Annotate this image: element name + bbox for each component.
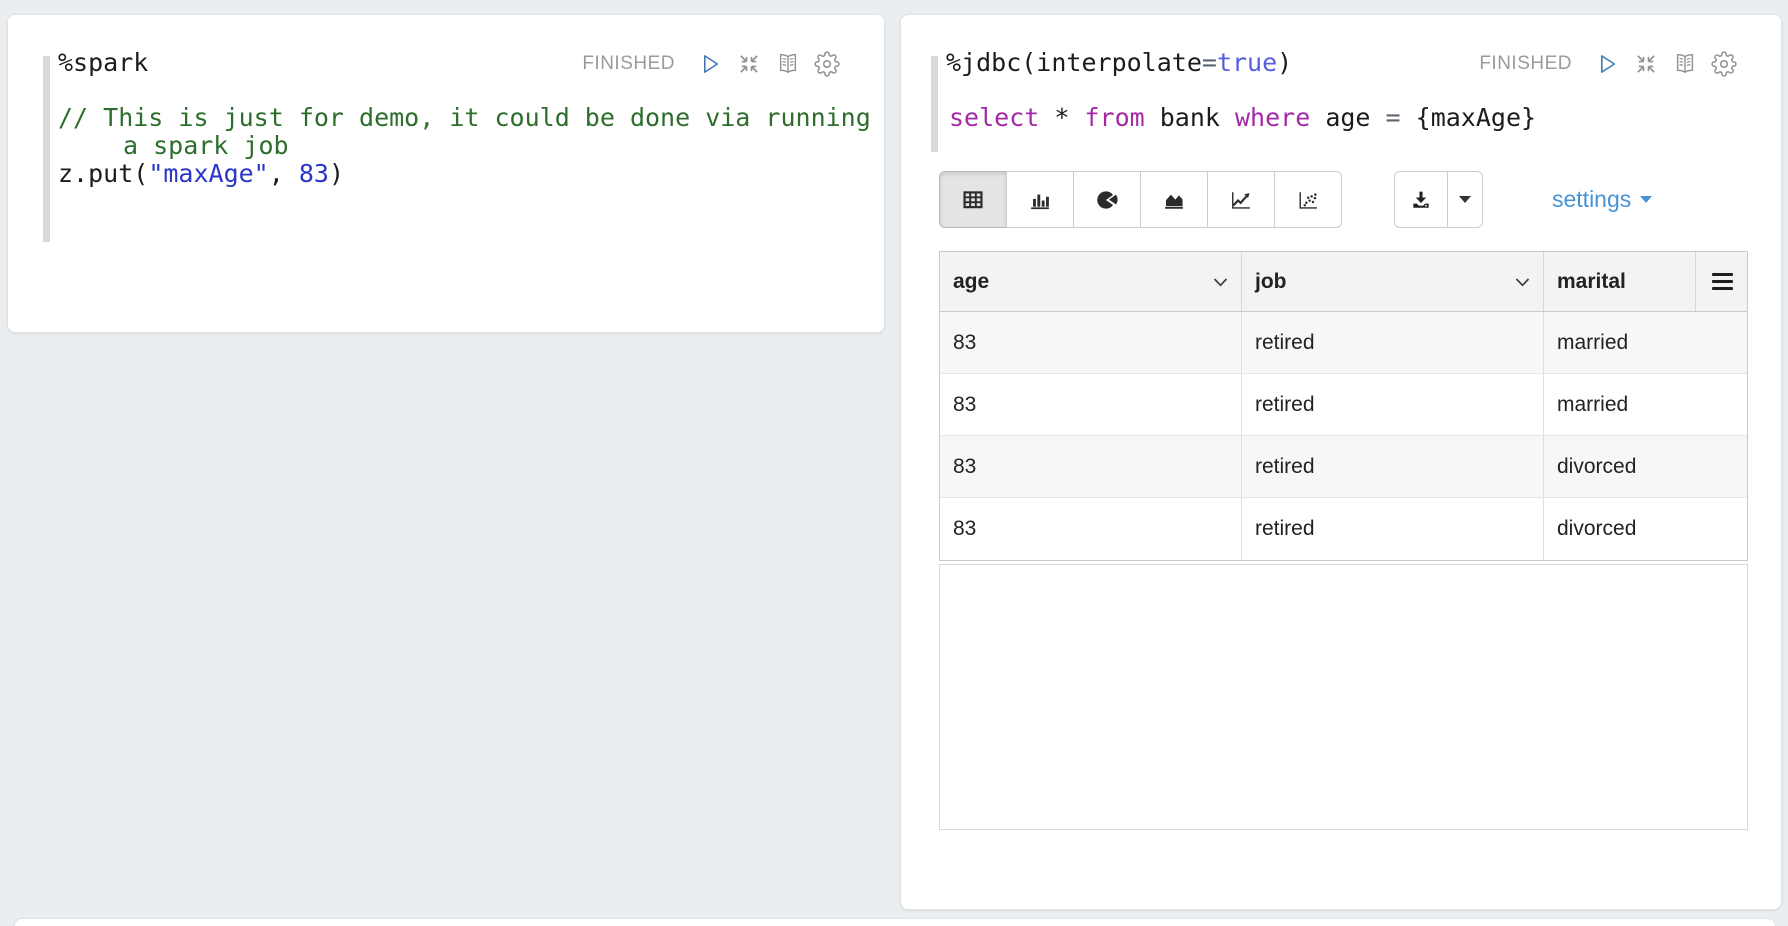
bar-chart-icon [1027,187,1053,213]
column-header-label: job [1255,270,1287,294]
paragraph-status-bar: FINISHED [1479,51,1737,77]
code-token: "maxAge" [148,159,268,188]
chart-type-group [939,171,1342,228]
settings-toggle[interactable]: settings [1552,171,1652,228]
code-token: = [1386,103,1416,132]
table-cell[interactable]: 83 [940,498,1242,560]
chevron-down-icon [1515,278,1530,287]
code-line: select * from bank where age = {maxAge} [949,104,1536,132]
code-token: a spark job [123,131,289,160]
code-token: = [1202,48,1217,77]
table-cell[interactable]: retired [1242,436,1544,497]
caret-down-icon [1459,196,1471,203]
table-cell[interactable]: divorced [1544,436,1747,497]
code-token: where [1235,103,1310,132]
paragraph-spark: %spark FINISHED // This is just for demo… [7,14,885,333]
table-cell[interactable]: 83 [940,374,1242,435]
editor-gutter [931,56,938,152]
paragraph-jdbc: %jdbc(interpolate=true) FINISHED select … [900,14,1782,910]
table-cell[interactable]: 83 [940,436,1242,497]
code-token: {maxAge} [1416,103,1536,132]
code-token: ) [1277,48,1292,77]
scatter-chart-icon [1295,187,1321,213]
settings-label: settings [1552,186,1631,213]
table-cell[interactable]: retired [1242,374,1544,435]
table-body: 83retiredmarried83retiredmarried83retire… [939,312,1748,561]
code-token: z.put( [58,159,148,188]
column-header-age[interactable]: age [940,252,1242,311]
interpreter-binding[interactable]: %spark [58,49,148,77]
chart-type-line-button[interactable] [1207,171,1275,228]
table-cell[interactable]: retired [1242,312,1544,373]
code-line: a spark job [58,132,871,160]
chevron-down-icon [1213,278,1228,287]
notebook-page: %spark FINISHED // This is just for demo… [0,0,1788,926]
editor-gutter [43,56,50,242]
code-token: %spark [58,48,148,77]
chart-type-table-button[interactable] [939,171,1007,228]
table-cell[interactable]: divorced [1544,498,1747,560]
column-header-marital[interactable]: marital [1544,252,1696,311]
book-output-icon[interactable] [1672,51,1698,77]
status-badge: FINISHED [582,53,675,75]
table-cell[interactable]: retired [1242,498,1544,560]
run-icon[interactable] [1594,51,1620,77]
column-menu-icon [1712,273,1733,291]
table-row: 83retireddivorced [940,498,1747,560]
table-empty-area [939,564,1748,830]
code-editor[interactable]: // This is just for demo, it could be do… [58,104,871,188]
download-icon [1408,187,1434,213]
code-line: z.put("maxAge", 83) [58,160,871,188]
column-header-label: age [953,270,989,294]
pie-chart-icon [1094,187,1120,213]
interpreter-binding[interactable]: %jdbc(interpolate=true) [946,49,1292,77]
download-options-button[interactable] [1447,171,1483,228]
table-cell[interactable]: 83 [940,312,1242,373]
code-token: %jdbc(interpolate [946,48,1202,77]
status-badge: FINISHED [1479,53,1572,75]
chart-type-area-button[interactable] [1140,171,1208,228]
code-token: bank [1145,103,1235,132]
code-token: 83 [299,159,329,188]
area-chart-icon [1161,187,1187,213]
table-row: 83retiredmarried [940,374,1747,436]
gear-icon[interactable] [814,51,840,77]
chart-type-pie-button[interactable] [1073,171,1141,228]
code-token: // This is just for demo, it could be do… [58,103,871,132]
caret-down-icon [1640,196,1652,203]
chart-type-scatter-button[interactable] [1274,171,1342,228]
next-paragraph-edge [14,918,1776,926]
code-line: // This is just for demo, it could be do… [58,104,871,132]
table-cell[interactable]: married [1544,312,1747,373]
code-token: true [1217,48,1277,77]
result-table: agejobmarital 83retiredmarried83retiredm… [939,251,1748,561]
gear-icon[interactable] [1711,51,1737,77]
run-icon[interactable] [697,51,723,77]
code-token: from [1084,103,1144,132]
paragraph-status-bar: FINISHED [582,51,840,77]
table-cell[interactable]: married [1544,374,1747,435]
code-token: ) [329,159,344,188]
display-toolbar: settings [939,171,1749,228]
column-header-label: marital [1557,270,1626,294]
code-token: age [1310,103,1385,132]
table-icon [960,187,986,213]
column-header-job[interactable]: job [1242,252,1544,311]
shrink-output-icon[interactable] [1633,51,1659,77]
table-menu-button[interactable] [1696,252,1749,311]
table-row: 83retiredmarried [940,312,1747,374]
table-header-row: age job marital [939,251,1748,312]
download-button[interactable] [1394,171,1448,228]
shrink-output-icon[interactable] [736,51,762,77]
book-output-icon[interactable] [775,51,801,77]
code-token: select [949,103,1039,132]
chart-type-bar-button[interactable] [1006,171,1074,228]
code-token: , [269,159,299,188]
table-row: 83retireddivorced [940,436,1747,498]
code-token: * [1039,103,1084,132]
code-editor[interactable]: select * from bank where age = {maxAge} [949,104,1536,132]
line-chart-icon [1228,187,1254,213]
download-button-group [1394,171,1483,228]
